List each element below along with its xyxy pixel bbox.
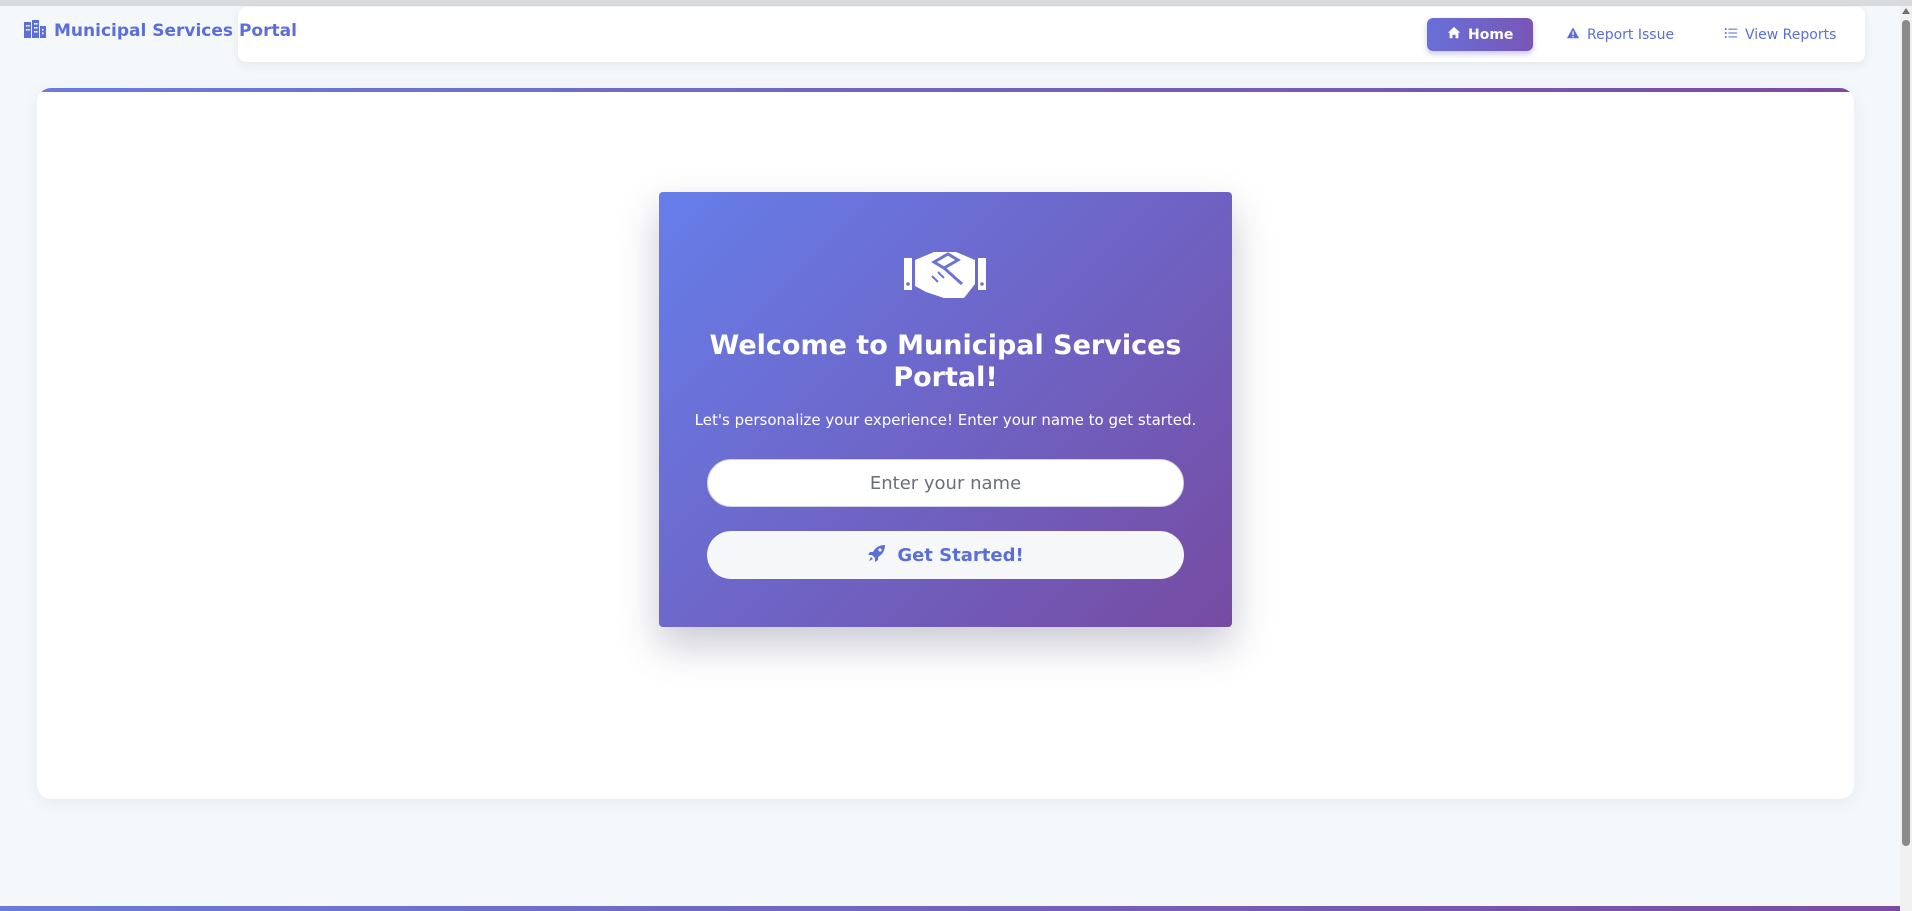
home-icon (1447, 26, 1461, 44)
welcome-subtitle: Let's personalize your experience! Enter… (694, 411, 1197, 429)
main-content-card: Welcome to Municipal Services Portal! Le… (37, 88, 1854, 799)
warning-icon (1566, 26, 1580, 44)
window-top-border (0, 0, 1912, 6)
navbar: Home Report Issue View Reports (238, 7, 1865, 62)
scrollbar-thumb[interactable] (1902, 20, 1910, 846)
scroll-up-arrow-icon[interactable] (1902, 8, 1910, 14)
list-icon (1724, 26, 1738, 44)
name-input[interactable] (707, 459, 1184, 507)
nav-report-issue[interactable]: Report Issue (1546, 18, 1694, 51)
nav-view-reports-label: View Reports (1745, 26, 1837, 43)
get-started-label: Get Started! (897, 544, 1024, 566)
get-started-button[interactable]: Get Started! (707, 531, 1184, 579)
nav-report-issue-label: Report Issue (1587, 26, 1675, 43)
page-scrollbar[interactable] (1900, 6, 1912, 911)
brand-title: Municipal Services Portal (54, 21, 297, 41)
rocket-icon (867, 543, 887, 568)
nav-home[interactable]: Home (1427, 18, 1534, 51)
nav-view-reports[interactable]: View Reports (1704, 18, 1856, 51)
card-accent-bar (37, 88, 1854, 92)
handshake-icon (904, 248, 986, 300)
welcome-card: Welcome to Municipal Services Portal! Le… (659, 192, 1232, 627)
city-icon (24, 19, 46, 43)
bottom-accent-bar (0, 906, 1900, 911)
welcome-title: Welcome to Municipal Services Portal! (709, 330, 1182, 393)
nav-home-label: Home (1468, 26, 1514, 43)
brand[interactable]: Municipal Services Portal (24, 18, 297, 44)
